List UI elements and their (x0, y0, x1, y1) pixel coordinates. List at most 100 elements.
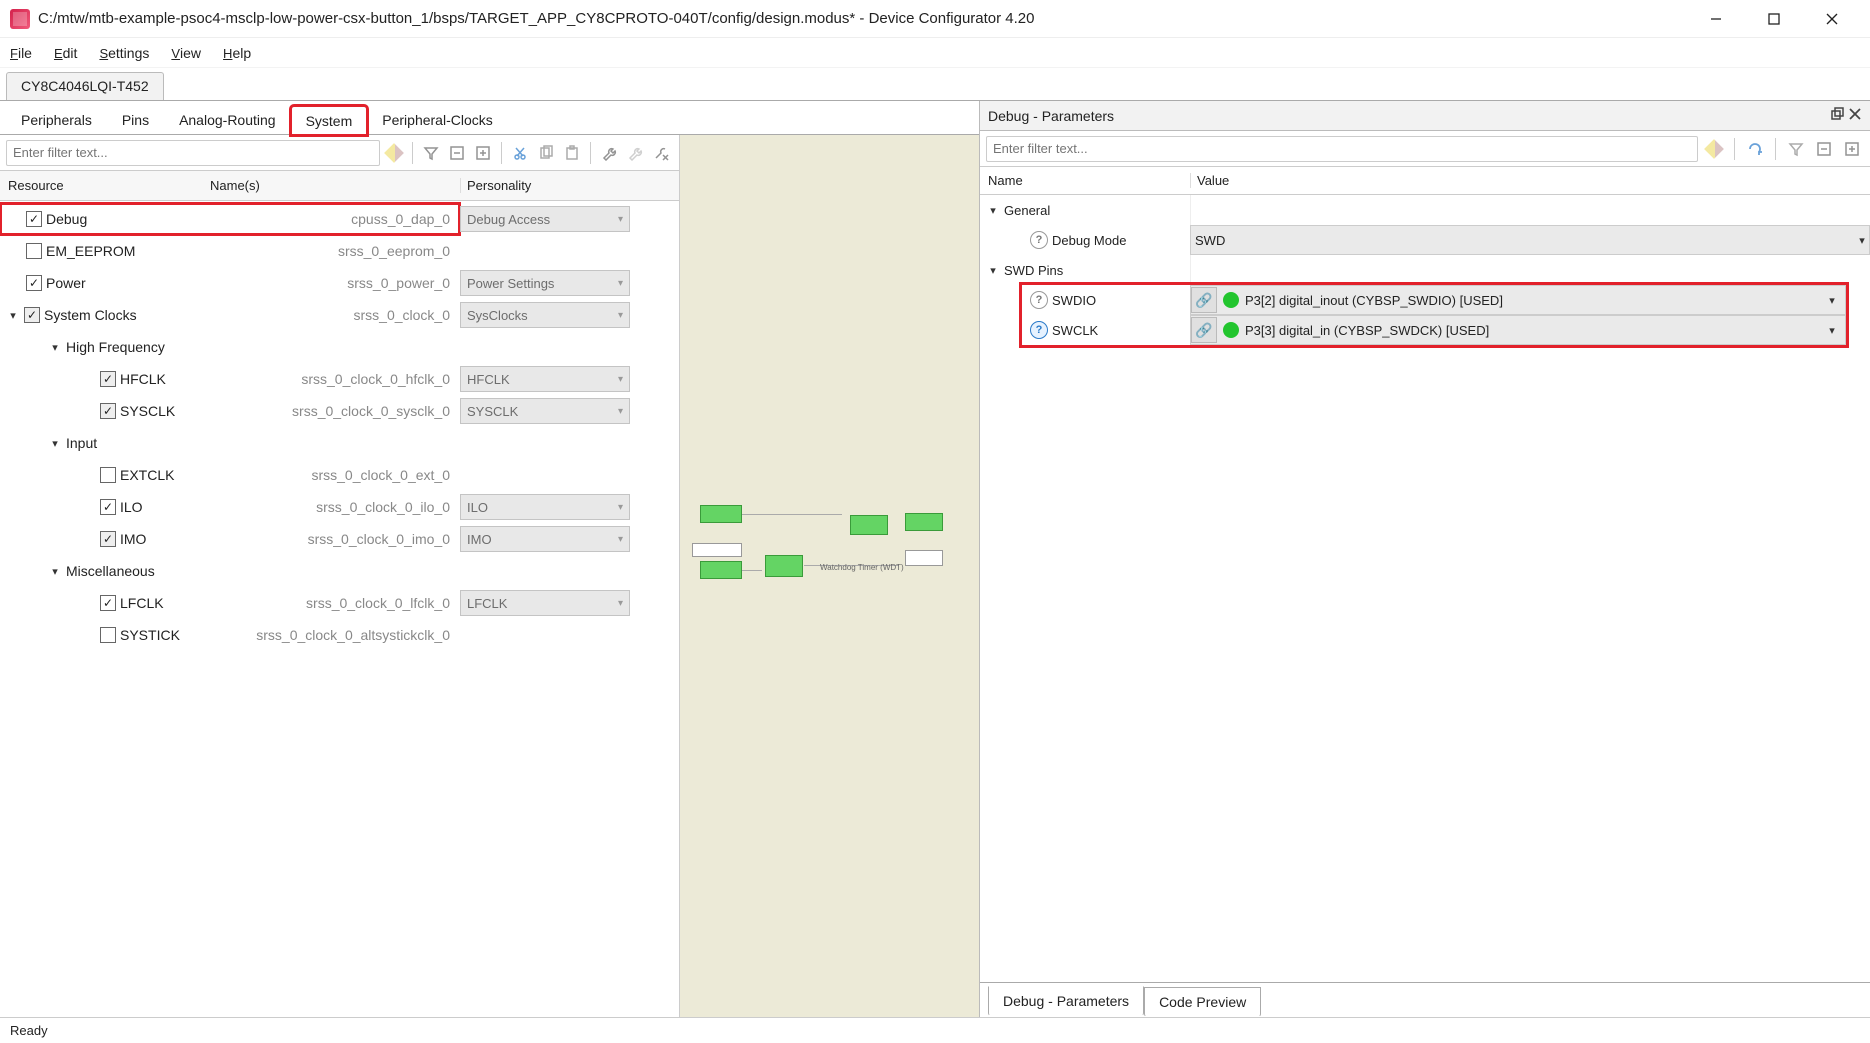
edit-icon[interactable] (1702, 137, 1726, 161)
filter-icon[interactable] (419, 141, 443, 165)
row-power[interactable]: Powersrss_0_power_0 (0, 267, 460, 299)
chevron-down-icon[interactable]: ▾ (48, 565, 62, 578)
chevron-down-icon[interactable]: ▾ (48, 341, 62, 354)
chevron-down-icon: ▾ (1855, 234, 1869, 247)
wrench-disabled-icon[interactable] (623, 141, 647, 165)
parameters-table-header: Name Value (980, 167, 1870, 195)
checkbox-sysclocks[interactable] (24, 307, 40, 323)
link-icon[interactable]: 🔗 (1191, 317, 1217, 343)
debug-mode-value[interactable]: SWD▾ (1190, 225, 1870, 255)
tab-peripherals[interactable]: Peripherals (6, 105, 107, 134)
checkbox-eeprom[interactable] (26, 243, 42, 259)
system-filter-input[interactable] (6, 140, 380, 166)
main-tabs: Peripherals Pins Analog-Routing System P… (0, 101, 979, 135)
tab-code-preview[interactable]: Code Preview (1144, 987, 1261, 1017)
menu-edit[interactable]: Edit (54, 45, 77, 61)
checkbox-sysclk[interactable] (100, 403, 116, 419)
row-high-frequency[interactable]: ▾High Frequency (0, 331, 460, 363)
help-icon[interactable]: ? (1030, 321, 1048, 339)
tab-pins[interactable]: Pins (107, 105, 164, 134)
header-names: Name(s) (210, 178, 460, 193)
group-general[interactable]: ▾General (980, 195, 1870, 225)
wrench-cross-icon[interactable] (649, 141, 673, 165)
checkbox-extclk[interactable] (100, 467, 116, 483)
row-eeprom[interactable]: EM_EEPROMsrss_0_eeprom_0 (0, 235, 460, 267)
menu-file[interactable]: File (10, 45, 32, 61)
row-hfclk[interactable]: HFCLKsrss_0_clock_0_hfclk_0 (0, 363, 460, 395)
row-systick[interactable]: SYSTICKsrss_0_clock_0_altsystickclk_0 (0, 619, 460, 651)
parameters-tree: ▾General ?Debug Mode SWD▾ ▾SWD Pins ?SWD… (980, 195, 1870, 982)
minimize-button[interactable] (1688, 3, 1744, 35)
checkbox-lfclk[interactable] (100, 595, 116, 611)
personality-sysclocks[interactable]: SysClocks▾ (460, 302, 630, 328)
link-icon[interactable]: 🔗 (1191, 287, 1217, 313)
personality-power[interactable]: Power Settings▾ (460, 270, 630, 296)
personality-ilo[interactable]: ILO▾ (460, 494, 630, 520)
checkbox-power[interactable] (26, 275, 42, 291)
row-input[interactable]: ▾Input (0, 427, 460, 459)
device-tab[interactable]: CY8C4046LQI-T452 (6, 72, 164, 100)
row-ilo[interactable]: ILOsrss_0_clock_0_ilo_0 (0, 491, 460, 523)
chevron-down-icon[interactable]: ▾ (986, 264, 1000, 277)
row-debug[interactable]: Debugcpuss_0_dap_0 (0, 203, 460, 235)
personality-imo[interactable]: IMO▾ (460, 526, 630, 552)
tab-analog-routing[interactable]: Analog-Routing (164, 105, 291, 134)
row-misc[interactable]: ▾Miscellaneous (0, 555, 460, 587)
parameters-filter-input[interactable] (986, 136, 1698, 162)
checkbox-systick[interactable] (100, 627, 116, 643)
chevron-down-icon[interactable]: ▾ (1825, 324, 1839, 337)
row-system-clocks[interactable]: ▾System Clockssrss_0_clock_0 (0, 299, 460, 331)
personality-sysclk[interactable]: SYSCLK▾ (460, 398, 630, 424)
help-icon[interactable]: ? (1030, 291, 1048, 309)
checkbox-ilo[interactable] (100, 499, 116, 515)
chevron-down-icon[interactable]: ▾ (48, 437, 62, 450)
personality-lfclk[interactable]: LFCLK▾ (460, 590, 630, 616)
param-debug-mode[interactable]: ?Debug Mode SWD▾ (980, 225, 1870, 255)
edit-icon[interactable] (382, 141, 406, 165)
maximize-button[interactable] (1746, 3, 1802, 35)
checkbox-imo[interactable] (100, 531, 116, 547)
help-icon[interactable]: ? (1030, 231, 1048, 249)
clock-diagram: Watchdog Timer (WDT) (679, 135, 979, 1017)
menu-settings[interactable]: Settings (99, 45, 149, 61)
collapse-icon[interactable] (1812, 137, 1836, 161)
parameters-toolbar (980, 131, 1870, 167)
header-personality: Personality (460, 178, 679, 193)
checkbox-hfclk[interactable] (100, 371, 116, 387)
cut-icon[interactable] (508, 141, 532, 165)
paste-icon[interactable] (560, 141, 584, 165)
chevron-down-icon: ▾ (618, 310, 623, 321)
close-panel-icon[interactable] (1848, 107, 1862, 124)
menu-view[interactable]: View (171, 45, 201, 61)
chevron-down-icon[interactable]: ▾ (1825, 294, 1839, 307)
tab-peripheral-clocks[interactable]: Peripheral-Clocks (367, 105, 507, 134)
expand-icon[interactable] (1840, 137, 1864, 161)
personality-hfclk[interactable]: HFCLK▾ (460, 366, 630, 392)
chevron-down-icon[interactable]: ▾ (6, 309, 20, 322)
title-bar: C:/mtw/mtb-example-psoc4-msclp-low-power… (0, 0, 1870, 38)
header-param-value: Value (1190, 173, 1870, 188)
wrench-icon[interactable] (597, 141, 621, 165)
row-extclk[interactable]: EXTCLKsrss_0_clock_0_ext_0 (0, 459, 460, 491)
tab-debug-parameters[interactable]: Debug - Parameters (988, 986, 1144, 1016)
row-imo[interactable]: IMOsrss_0_clock_0_imo_0 (0, 523, 460, 555)
resource-tree: Debugcpuss_0_dap_0 EM_EEPROMsrss_0_eepro… (0, 201, 679, 1017)
param-swdio[interactable]: ?SWDIO 🔗 P3[2] digital_inout (CYBSP_SWDI… (1022, 285, 1846, 315)
personality-debug[interactable]: Debug Access▾ (460, 206, 630, 232)
chevron-down-icon[interactable]: ▾ (986, 204, 1000, 217)
resource-table-header: Resource Name(s) Personality (0, 171, 679, 201)
copy-icon[interactable] (534, 141, 558, 165)
expand-icon[interactable] (471, 141, 495, 165)
row-sysclk[interactable]: SYSCLKsrss_0_clock_0_sysclk_0 (0, 395, 460, 427)
param-swclk[interactable]: ?SWCLK 🔗 P3[3] digital_in (CYBSP_SWDCK) … (1022, 315, 1846, 345)
group-swd-pins[interactable]: ▾SWD Pins (980, 255, 1870, 285)
refresh-icon[interactable] (1743, 137, 1767, 161)
filter-icon[interactable] (1784, 137, 1808, 161)
checkbox-debug[interactable] (26, 211, 42, 227)
tab-system[interactable]: System (291, 106, 368, 135)
collapse-icon[interactable] (445, 141, 469, 165)
undock-icon[interactable] (1830, 107, 1844, 124)
close-button[interactable] (1804, 3, 1860, 35)
row-lfclk[interactable]: LFCLKsrss_0_clock_0_lfclk_0 (0, 587, 460, 619)
menu-help[interactable]: Help (223, 45, 251, 61)
